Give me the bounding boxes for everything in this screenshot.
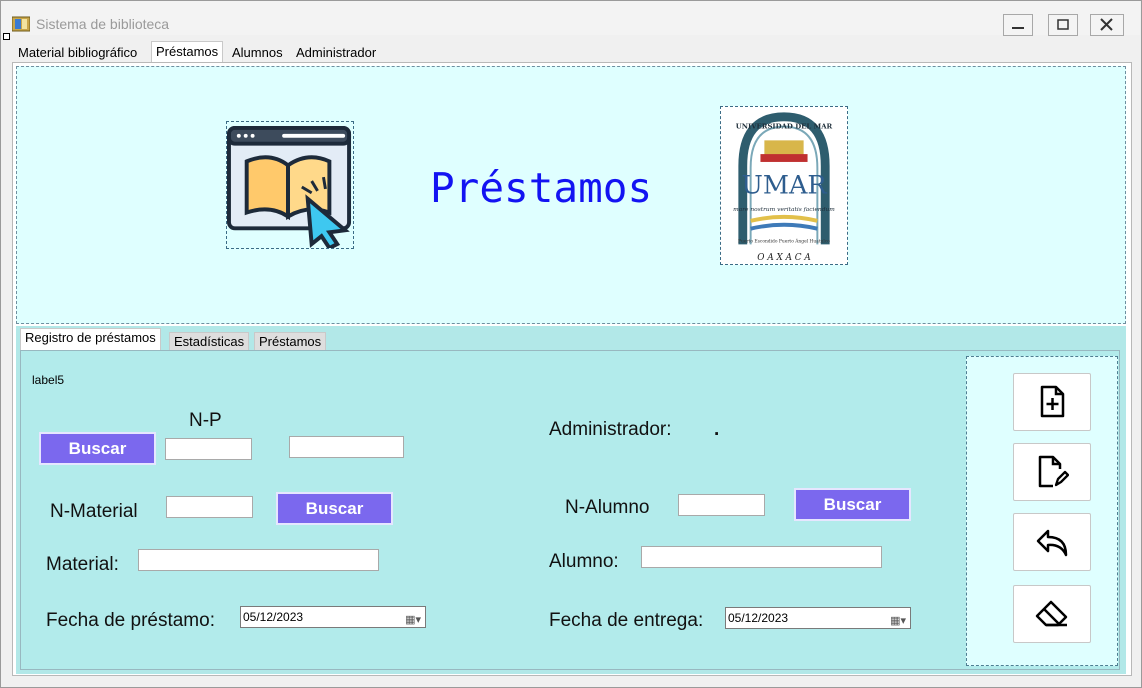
edit-loan-button[interactable] [1013,443,1091,501]
maximize-button[interactable] [1048,14,1078,36]
buscar-np-button[interactable]: Buscar [39,432,156,465]
clear-button[interactable] [1013,585,1091,643]
tab-registro-prestamos[interactable]: Registro de préstamos [20,328,161,351]
maximize-icon [1057,19,1069,30]
np-label: N-P [189,410,222,431]
calendar-dropdown-icon[interactable]: ▦▾ [405,610,421,630]
tab-prestamos[interactable]: Préstamos [151,41,224,64]
tab-alumnos[interactable]: Alumnos [228,43,287,63]
new-file-icon [1040,385,1065,418]
tab-administrador[interactable]: Administrador [292,43,380,63]
new-loan-button[interactable] [1013,373,1091,431]
minimize-icon [1012,27,1024,29]
np-result-field[interactable] [289,436,404,458]
svg-text:mare nostrum veritatis faciend: mare nostrum veritatis faciendum [733,207,835,213]
svg-text:O A X A C A: O A X A C A [757,253,810,263]
administrador-value: . [714,419,720,440]
svg-text:UMAR: UMAR [741,170,827,200]
book-icon [227,125,352,251]
label5: label5 [32,373,65,387]
tab-material-bibliografico[interactable]: Material bibliográfico [14,43,141,63]
book-picture [226,121,354,251]
buscar-material-button[interactable]: Buscar [276,492,393,525]
minimize-button[interactable] [1003,14,1033,36]
app-icon [12,16,30,32]
umar-logo-icon: UNIVERSIDAD DEL MAR UMAR mare nostrum ve… [733,112,835,263]
buscar-alumno-button[interactable]: Buscar [794,488,911,521]
fecha-prestamo-picker[interactable]: 05/12/2023 ▦▾ [240,606,426,628]
nmaterial-label: N-Material [50,501,138,522]
svg-text:Puerto Escondido Puerto Ángel: Puerto Escondido Puerto Ángel Huatulco [738,238,830,244]
material-label: Material: [46,554,119,575]
back-icon [1036,529,1068,557]
nalumno-label: N-Alumno [565,497,650,518]
alumno-field[interactable] [641,546,882,568]
close-icon [1100,18,1113,31]
svg-text:UNIVERSIDAD DEL MAR: UNIVERSIDAD DEL MAR [736,123,833,131]
tab-estadisticas[interactable]: Estadísticas [169,332,250,351]
material-field[interactable] [138,549,379,571]
resize-handle[interactable] [3,33,10,40]
page-title: Préstamos [430,164,653,212]
eraser-icon [1035,600,1068,627]
fecha-prestamo-value: 05/12/2023 [243,610,304,624]
nalumno-input[interactable] [678,494,765,516]
university-logo: UNIVERSIDAD DEL MAR UMAR mare nostrum ve… [720,106,848,265]
alumno-label: Alumno: [549,551,619,572]
fecha-entrega-picker[interactable]: 05/12/2023 ▦▾ [725,607,911,629]
edit-file-icon [1038,455,1069,488]
calendar-dropdown-icon[interactable]: ▦▾ [890,611,906,631]
tab-prestamos-lista[interactable]: Préstamos [254,332,327,351]
return-button[interactable] [1013,513,1091,571]
np-input[interactable] [165,438,252,460]
fecha-entrega-label: Fecha de entrega: [549,610,704,631]
close-button[interactable] [1090,14,1124,36]
administrador-label: Administrador: [549,419,672,440]
fecha-entrega-value: 05/12/2023 [728,611,789,625]
fecha-prestamo-label: Fecha de préstamo: [46,610,215,631]
title-bar [1,1,1140,35]
window-title: Sistema de biblioteca [36,16,170,32]
nmaterial-input[interactable] [166,496,253,518]
